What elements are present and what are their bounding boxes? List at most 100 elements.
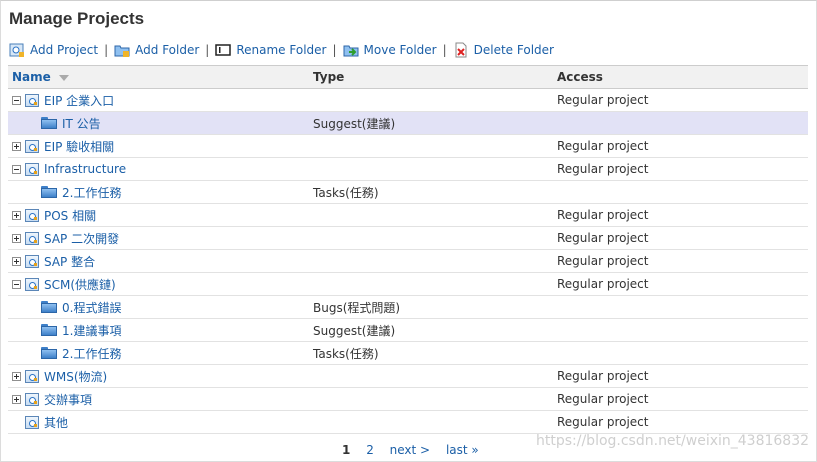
project-icon — [25, 162, 39, 176]
project-icon — [25, 139, 39, 153]
access-cell: Regular project — [553, 364, 808, 388]
access-cell — [553, 180, 808, 204]
access-column-header: Access — [553, 65, 808, 89]
access-cell: Regular project — [553, 157, 808, 181]
access-cell: Regular project — [553, 249, 808, 273]
folder-icon — [41, 301, 57, 313]
access-cell — [553, 295, 808, 319]
move-folder-icon — [343, 42, 359, 58]
table-row: SAP 整合 Regular project — [8, 249, 808, 273]
table-row: 交辦事項 Regular project — [8, 387, 808, 411]
access-cell: Regular project — [553, 203, 808, 227]
access-cell: Regular project — [553, 88, 808, 112]
project-icon — [25, 231, 39, 245]
type-cell — [309, 410, 553, 434]
type-cell: Suggest(建議) — [309, 318, 553, 342]
type-cell — [309, 272, 553, 296]
type-cell — [309, 364, 553, 388]
project-icon — [25, 369, 39, 383]
add-project-label: Add Project — [30, 43, 99, 57]
table-row: Infrastructure Regular project — [8, 157, 808, 181]
project-icon — [25, 392, 39, 406]
folder-link[interactable]: 0.程式錯誤 — [62, 299, 121, 316]
collapse-icon[interactable] — [12, 95, 21, 105]
expand-icon[interactable] — [12, 394, 21, 404]
project-link[interactable]: SAP 二次開發 — [44, 230, 119, 247]
folder-link[interactable]: IT 公告 — [62, 115, 101, 132]
table-row: 其他 Regular project — [8, 410, 808, 434]
table-row: EIP 驗收相關 Regular project — [8, 134, 808, 158]
toolbar: Add Project | Add Folder | Rename Folder… — [9, 41, 554, 59]
type-cell — [309, 387, 553, 411]
access-cell: Regular project — [553, 226, 808, 250]
project-icon — [25, 277, 39, 291]
add-folder-icon — [114, 42, 130, 58]
delete-folder-label: Delete Folder — [473, 43, 554, 57]
folder-icon — [41, 347, 57, 359]
folder-link[interactable]: 2.工作任務 — [62, 345, 121, 362]
type-cell: Tasks(任務) — [309, 341, 553, 365]
collapse-icon[interactable] — [12, 164, 21, 174]
type-cell: Tasks(任務) — [309, 180, 553, 204]
rename-folder-label: Rename Folder — [236, 43, 327, 57]
expand-icon[interactable] — [12, 141, 21, 151]
collapse-icon[interactable] — [12, 279, 21, 289]
folder-link[interactable]: 2.工作任務 — [62, 184, 121, 201]
rename-icon — [215, 42, 232, 58]
project-link[interactable]: 交辦事項 — [44, 391, 92, 408]
folder-link[interactable]: 1.建議事項 — [62, 322, 121, 339]
page-title: Manage Projects — [9, 9, 145, 28]
type-cell — [309, 134, 553, 158]
project-link[interactable]: EIP 企業入口 — [44, 92, 114, 109]
project-link[interactable]: POS 相關 — [44, 207, 96, 224]
type-cell — [309, 203, 553, 227]
add-folder-label: Add Folder — [135, 43, 200, 57]
project-link[interactable]: SAP 整合 — [44, 253, 95, 270]
type-cell: Suggest(建議) — [309, 111, 553, 135]
table-row: SAP 二次開發 Regular project — [8, 226, 808, 250]
type-cell — [309, 226, 553, 250]
move-folder-button[interactable]: Move Folder — [343, 42, 437, 58]
toolbar-separator: | — [332, 43, 337, 57]
add-project-button[interactable]: Add Project — [9, 42, 98, 58]
page-2-link[interactable]: 2 — [366, 443, 374, 457]
type-column-header: Type — [309, 65, 553, 89]
type-cell — [309, 157, 553, 181]
rename-folder-button[interactable]: Rename Folder — [215, 42, 326, 58]
table-row: 2.工作任務 Tasks(任務) — [8, 180, 808, 204]
access-cell — [553, 318, 808, 342]
project-link[interactable]: SCM(供應鏈) — [44, 276, 116, 293]
expand-icon[interactable] — [12, 233, 21, 243]
last-page-link[interactable]: last » — [446, 443, 479, 457]
toolbar-separator: | — [104, 43, 109, 57]
project-link[interactable]: Infrastructure — [44, 162, 126, 176]
access-cell — [553, 341, 808, 365]
table-row: POS 相關 Regular project — [8, 203, 808, 227]
next-page-link[interactable]: next > — [390, 443, 430, 457]
project-link[interactable]: WMS(物流) — [44, 368, 107, 385]
access-cell: Regular project — [553, 272, 808, 296]
add-folder-button[interactable]: Add Folder — [114, 42, 199, 58]
add-project-icon — [9, 42, 25, 58]
table-row: 1.建議事項 Suggest(建議) — [8, 318, 808, 342]
folder-icon — [41, 324, 57, 336]
project-icon — [25, 208, 39, 222]
delete-folder-button[interactable]: Delete Folder — [453, 42, 554, 58]
table-header: Name Type Access — [8, 65, 808, 89]
expand-icon[interactable] — [12, 210, 21, 220]
name-column-header[interactable]: Name — [8, 65, 309, 89]
pagination: 1 2 next > last » — [342, 443, 491, 457]
project-link[interactable]: 其他 — [44, 414, 68, 431]
folder-icon — [41, 117, 57, 129]
folder-icon — [41, 186, 57, 198]
access-cell — [553, 111, 808, 135]
table-row: IT 公告 Suggest(建議) — [8, 111, 808, 135]
project-icon — [25, 93, 39, 107]
table-row: WMS(物流) Regular project — [8, 364, 808, 388]
project-link[interactable]: EIP 驗收相關 — [44, 138, 114, 155]
table-row: SCM(供應鏈) Regular project — [8, 272, 808, 296]
access-cell: Regular project — [553, 387, 808, 411]
expand-icon[interactable] — [12, 371, 21, 381]
sort-desc-icon — [58, 74, 69, 81]
expand-icon[interactable] — [12, 256, 21, 266]
